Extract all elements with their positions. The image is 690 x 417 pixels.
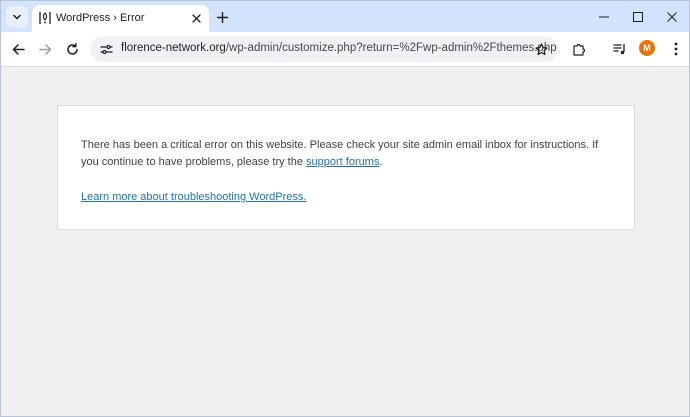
back-button[interactable] — [8, 39, 28, 59]
maximize-button[interactable] — [621, 1, 655, 32]
close-icon — [191, 13, 201, 23]
close-window-button[interactable] — [655, 1, 689, 32]
close-window-icon — [667, 11, 677, 22]
tab-strip: WordPress › Error — [1, 1, 689, 32]
error-message-end: . — [379, 155, 383, 168]
learn-more-link[interactable]: Learn more about troubleshooting WordPre… — [81, 191, 306, 203]
media-queue-icon — [613, 44, 625, 55]
maximize-icon — [633, 11, 643, 22]
profile-avatar[interactable]: M — [639, 40, 655, 56]
media-controls-button[interactable] — [611, 40, 629, 58]
support-forums-link[interactable]: support forums — [306, 156, 379, 168]
puzzle-icon — [573, 43, 586, 56]
new-tab-button[interactable] — [213, 8, 231, 26]
error-message: There has been a critical error on this … — [81, 137, 611, 170]
url-domain: florence-network.org — [121, 42, 226, 54]
arrow-right-icon — [38, 43, 51, 55]
browser-toolbar: florence-network.org/wp-admin/customize.… — [1, 32, 689, 67]
learn-more-paragraph: Learn more about troubleshooting WordPre… — [81, 189, 611, 206]
plus-icon — [216, 11, 228, 23]
reload-button[interactable] — [62, 39, 82, 59]
extensions-button[interactable] — [570, 40, 588, 58]
arrow-left-icon — [12, 43, 25, 55]
site-info-button[interactable] — [98, 41, 114, 57]
tune-icon — [99, 44, 113, 54]
window-controls — [587, 1, 689, 32]
page-content: There has been a critical error on this … — [1, 67, 689, 416]
kebab-menu-icon — [674, 42, 678, 56]
tab-close-button[interactable] — [189, 11, 203, 25]
address-url[interactable]: florence-network.org/wp-admin/customize.… — [121, 42, 557, 54]
forward-button[interactable] — [35, 39, 55, 59]
tab-active[interactable]: WordPress › Error — [32, 5, 209, 32]
minimize-icon — [599, 16, 609, 17]
bookmark-button[interactable] — [533, 41, 549, 57]
browser-menu-button[interactable] — [667, 40, 685, 58]
wordpress-error-favicon — [39, 12, 51, 24]
reload-icon — [66, 42, 78, 55]
chevron-down-icon — [13, 14, 21, 20]
tab-search-button[interactable] — [6, 6, 28, 28]
tab-title: WordPress › Error — [56, 12, 145, 24]
url-path: /wp-admin/customize.php?return=%2Fwp-adm… — [225, 42, 557, 54]
star-icon — [534, 42, 548, 55]
browser-window: WordPress › Error florence-network.org/w… — [0, 0, 690, 417]
error-message-box: There has been a critical error on this … — [57, 105, 635, 230]
address-bar[interactable]: florence-network.org/wp-admin/customize.… — [90, 36, 558, 62]
minimize-button[interactable] — [587, 1, 621, 32]
